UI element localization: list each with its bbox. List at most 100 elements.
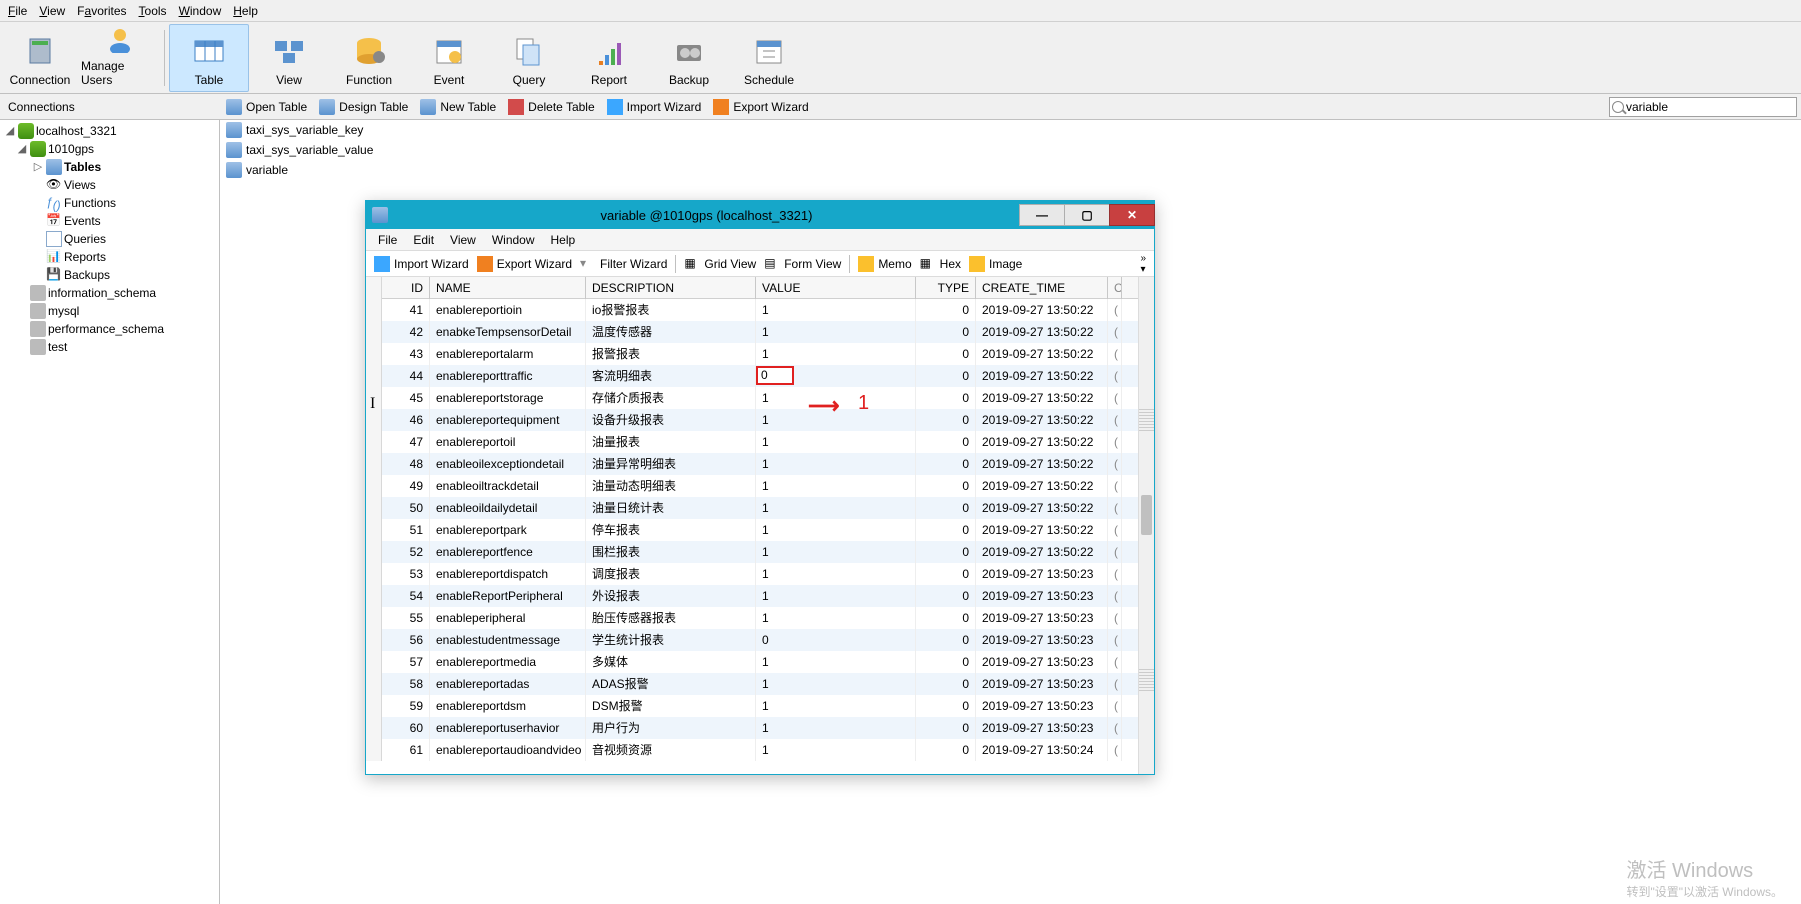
inner-menu-view[interactable]: View [442,231,484,249]
col-name[interactable]: NAME [430,277,586,299]
table-row[interactable]: 61enablereportaudioandvideo音视频资源102019-0… [366,739,1138,761]
table-row[interactable]: 42enabkeTempsensorDetail温度传感器102019-09-2… [366,321,1138,343]
data-grid[interactable]: ID NAME DESCRIPTION VALUE TYPE CREATE_TI… [366,277,1138,774]
cell-create-time[interactable]: 2019-09-27 13:50:22 [976,497,1108,519]
cell-create-time[interactable]: 2019-09-27 13:50:22 [976,343,1108,365]
cell-value[interactable]: 1 [756,497,916,519]
cell-extra[interactable]: ( [1108,739,1122,761]
cell-extra[interactable]: ( [1108,299,1122,321]
tree-views[interactable]: Views [64,178,96,192]
tree-reports[interactable]: Reports [64,250,106,264]
cell-create-time[interactable]: 2019-09-27 13:50:22 [976,453,1108,475]
cell-description[interactable]: 学生统计报表 [586,629,756,651]
tree-backups[interactable]: Backups [64,268,110,282]
cell-type[interactable]: 0 [916,541,976,563]
table-row[interactable]: 55enableperipheral胎压传感器报表102019-09-27 13… [366,607,1138,629]
cell-id[interactable]: 54 [382,585,430,607]
col-value[interactable]: VALUE [756,277,916,299]
cell-extra[interactable]: ( [1108,365,1122,387]
cell-description[interactable]: 油量异常明细表 [586,453,756,475]
table-row[interactable]: 59enablereportdsmDSM报警102019-09-27 13:50… [366,695,1138,717]
cell-value[interactable]: 1 [756,585,916,607]
cell-name[interactable]: enablereportmedia [430,651,586,673]
cell-description[interactable]: ADAS报警 [586,673,756,695]
cell-id[interactable]: 47 [382,431,430,453]
table-row[interactable]: 53enablereportdispatch调度报表102019-09-27 1… [366,563,1138,585]
col-id[interactable]: ID [382,277,430,299]
cell-type[interactable]: 0 [916,585,976,607]
cell-id[interactable]: 61 [382,739,430,761]
table-row[interactable]: 57enablereportmedia多媒体102019-09-27 13:50… [366,651,1138,673]
cell-type[interactable]: 0 [916,607,976,629]
cell-description[interactable]: 多媒体 [586,651,756,673]
cell-type[interactable]: 0 [916,321,976,343]
maximize-button[interactable]: ▢ [1064,204,1110,226]
cell-create-time[interactable]: 2019-09-27 13:50:22 [976,475,1108,497]
cell-description[interactable]: 用户行为 [586,717,756,739]
cell-name[interactable]: enablereportfence [430,541,586,563]
cell-name[interactable]: enableoilexceptiondetail [430,453,586,475]
import-wizard-button[interactable]: Import Wizard [601,97,708,117]
cell-value[interactable]: 1 [756,563,916,585]
cell-extra[interactable]: ( [1108,519,1122,541]
cell-extra[interactable]: ( [1108,673,1122,695]
cell-extra[interactable]: ( [1108,475,1122,497]
table-row[interactable]: 58enablereportadasADAS报警102019-09-27 13:… [366,673,1138,695]
export-wizard-button[interactable]: Export Wizard [473,254,576,274]
cell-type[interactable]: 0 [916,695,976,717]
table-row[interactable]: 46enablereportequipment设备升级报表102019-09-2… [366,409,1138,431]
cell-extra[interactable]: ( [1108,321,1122,343]
table-row[interactable]: 60enablereportuserhavior用户行为102019-09-27… [366,717,1138,739]
table-row[interactable]: 49enableoiltrackdetail油量动态明细表102019-09-2… [366,475,1138,497]
cell-description[interactable]: io报警报表 [586,299,756,321]
col-extra[interactable]: C [1108,277,1122,299]
cell-create-time[interactable]: 2019-09-27 13:50:22 [976,519,1108,541]
cell-extra[interactable]: ( [1108,343,1122,365]
cell-create-time[interactable]: 2019-09-27 13:50:22 [976,321,1108,343]
cell-id[interactable]: 56 [382,629,430,651]
cell-create-time[interactable]: 2019-09-27 13:50:22 [976,431,1108,453]
cell-id[interactable]: 51 [382,519,430,541]
cell-type[interactable]: 0 [916,651,976,673]
cell-name[interactable]: enableoildailydetail [430,497,586,519]
filter-wizard-button[interactable]: ▾Filter Wizard [576,254,671,274]
memo-button[interactable]: Memo [854,254,915,274]
cell-extra[interactable]: ( [1108,431,1122,453]
cell-description[interactable]: 客流明细表 [586,365,756,387]
scrollbar-thumb[interactable] [1141,495,1152,535]
cell-name[interactable]: enablereportdispatch [430,563,586,585]
tree-db-info-schema[interactable]: information_schema [48,286,156,300]
cell-create-time[interactable]: 2019-09-27 13:50:23 [976,651,1108,673]
toolbar-overflow[interactable]: »▾ [1136,253,1150,275]
menu-favorites[interactable]: Favorites [71,2,132,20]
table-button[interactable]: Table [169,24,249,92]
cell-value[interactable]: 1 [756,651,916,673]
cell-id[interactable]: 41 [382,299,430,321]
query-button[interactable]: Query [489,24,569,92]
cell-description[interactable]: 音视频资源 [586,739,756,761]
cell-value[interactable]: 1 [756,321,916,343]
cell-extra[interactable]: ( [1108,651,1122,673]
cell-value-editing[interactable]: 0 [756,365,916,387]
new-table-button[interactable]: New Table [414,97,502,117]
table-row[interactable]: 43enablereportalarm报警报表102019-09-27 13:5… [366,343,1138,365]
cell-create-time[interactable]: 2019-09-27 13:50:23 [976,673,1108,695]
cell-type[interactable]: 0 [916,343,976,365]
import-wizard-button[interactable]: Import Wizard [370,254,473,274]
form-view-button[interactable]: ▤Form View [760,254,845,274]
cell-value[interactable]: 1 [756,453,916,475]
cell-extra[interactable]: ( [1108,695,1122,717]
connections-tree[interactable]: ◢localhost_3321 ◢1010gps ▷Tables 👁Views … [0,120,220,904]
tree-connection[interactable]: localhost_3321 [36,124,117,138]
cell-value[interactable]: 0 [756,629,916,651]
cell-id[interactable]: 46 [382,409,430,431]
cell-extra[interactable]: ( [1108,607,1122,629]
cell-value[interactable]: 1 [756,475,916,497]
cell-id[interactable]: 55 [382,607,430,629]
cell-create-time[interactable]: 2019-09-27 13:50:23 [976,585,1108,607]
inner-menu-edit[interactable]: Edit [405,231,442,249]
event-button[interactable]: Event [409,24,489,92]
inner-menu-file[interactable]: File [370,231,405,249]
cell-extra[interactable]: ( [1108,497,1122,519]
cell-name[interactable]: enabkeTempsensorDetail [430,321,586,343]
